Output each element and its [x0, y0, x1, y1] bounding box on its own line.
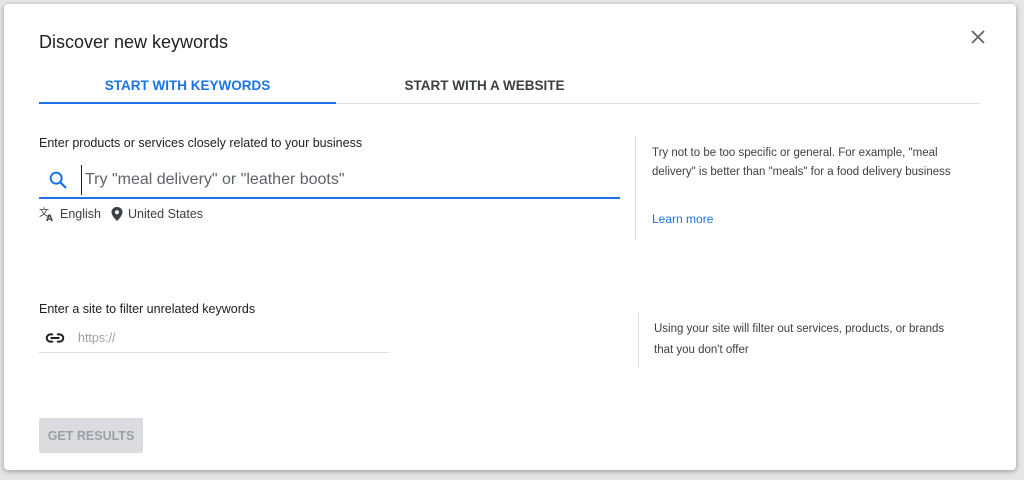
site-hint: Using your site will filter out services… [654, 323, 945, 356]
site-label: Enter a site to filter unrelated keyword… [39, 302, 256, 316]
link-icon [45, 333, 65, 343]
keywords-hint: Try not to be too specific or general. F… [652, 147, 951, 178]
tab-start-with-keywords[interactable]: START WITH KEYWORDS [39, 66, 336, 104]
svg-text:A: A [46, 214, 53, 222]
site-field [39, 324, 389, 353]
keywords-label: Enter products or services closely relat… [39, 136, 363, 150]
keywords-search-field [39, 162, 620, 199]
search-icon [49, 171, 67, 188]
get-results-button[interactable]: GET RESULTS [39, 418, 143, 453]
site-hint-divider [638, 312, 639, 368]
keywords-hint-divider [635, 136, 636, 240]
close-icon [971, 30, 985, 44]
dialog-title: Discover new keywords [39, 32, 229, 52]
language-selector[interactable]: 文 A English [39, 206, 101, 222]
active-tab-indicator [39, 102, 336, 104]
location-pin-icon [111, 207, 123, 221]
location-label: United States [128, 207, 204, 221]
tab-bar: START WITH KEYWORDS START WITH A WEBSITE [39, 66, 980, 104]
close-button[interactable] [967, 26, 989, 48]
translate-icon: 文 A [39, 206, 53, 222]
tab-start-with-website[interactable]: START WITH A WEBSITE [336, 66, 633, 104]
language-label: English [60, 207, 101, 221]
site-url-input[interactable] [78, 331, 378, 345]
location-selector[interactable]: United States [111, 207, 203, 221]
keywords-input[interactable] [81, 164, 581, 195]
discover-keywords-dialog: Discover new keywords START WITH KEYWORD… [4, 4, 1016, 470]
learn-more-link[interactable]: Learn more [652, 212, 713, 226]
targeting-row: 文 A English United States [39, 206, 213, 222]
